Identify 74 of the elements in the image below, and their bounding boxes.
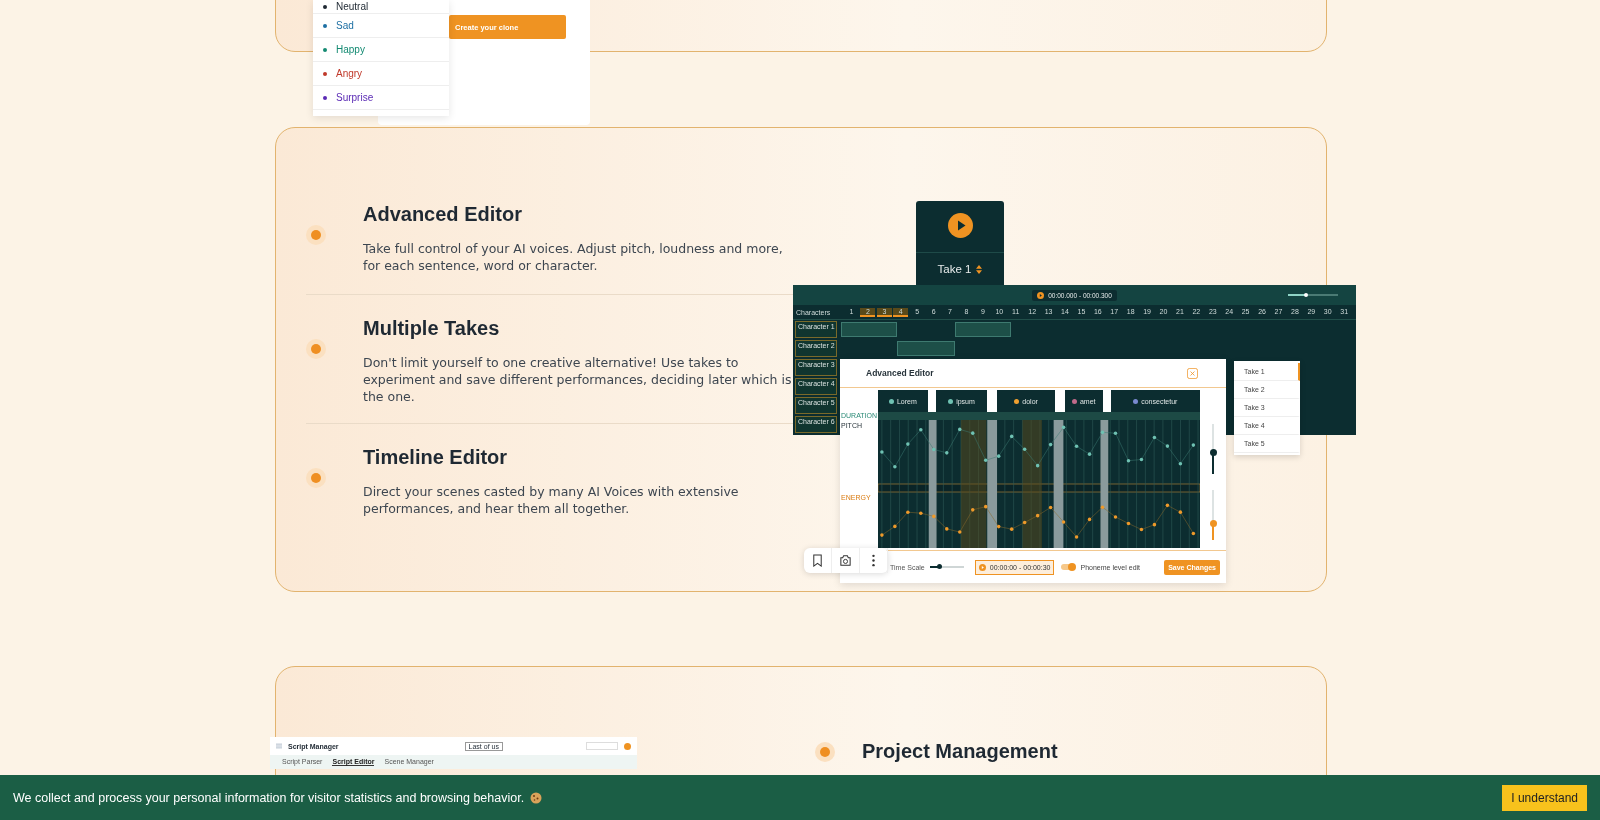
pitch-point[interactable] (945, 451, 949, 455)
energy-point[interactable] (1035, 513, 1040, 518)
energy-point[interactable] (1009, 527, 1014, 531)
energy-point[interactable] (880, 533, 884, 537)
pitch-point[interactable] (1087, 452, 1092, 456)
emotion-option[interactable]: Angry (313, 62, 449, 86)
pitch-point[interactable] (996, 454, 1001, 458)
pitch-point[interactable] (1048, 442, 1053, 447)
energy-point[interactable] (996, 524, 1001, 529)
feature-title: Project Management (862, 740, 1058, 763)
energy-point[interactable] (919, 511, 923, 515)
sort-arrows-icon (976, 264, 983, 274)
energy-point[interactable] (1022, 520, 1027, 525)
audio-clip[interactable] (841, 322, 897, 337)
energy-point[interactable] (1191, 531, 1196, 536)
play-icon[interactable] (947, 213, 973, 238)
pitch-point[interactable] (1035, 463, 1040, 468)
energy-point[interactable] (1126, 521, 1131, 526)
pitch-point[interactable] (1165, 444, 1170, 448)
energy-point[interactable] (1087, 517, 1092, 522)
pitch-point[interactable] (906, 442, 910, 446)
window-title: Advanced Editor (866, 368, 934, 378)
pitch-point[interactable] (958, 427, 962, 432)
pitch-point[interactable] (1022, 447, 1027, 452)
cookie-icon (530, 791, 543, 804)
emotion-option[interactable]: Sad (313, 14, 449, 38)
energy-point[interactable] (1048, 505, 1053, 510)
play-icon[interactable] (1037, 291, 1045, 299)
pitch-point[interactable] (1074, 444, 1079, 449)
take-label[interactable]: Take 1 (937, 263, 972, 275)
feature-title: Timeline Editor (363, 446, 509, 469)
audio-clip[interactable] (897, 341, 955, 356)
pitch-point[interactable] (1009, 434, 1014, 439)
emotion-option[interactable]: Neutral (313, 0, 449, 14)
energy-point[interactable] (1152, 522, 1157, 527)
feature-title: Advanced Editor (363, 203, 523, 226)
emotion-option[interactable]: Happy (313, 38, 449, 62)
pitch-point[interactable] (880, 450, 884, 454)
energy-point[interactable] (1178, 510, 1183, 514)
feature-description: Don't limit yourself to one creative alternative! Use takes to experiment and save different performances, deciding later which is the one. (363, 354, 793, 405)
bullet-icon (306, 339, 326, 359)
energy-point[interactable] (1139, 527, 1144, 532)
energy-point[interactable] (906, 510, 910, 515)
audio-clip[interactable] (955, 322, 1011, 337)
feature-description: Direct your scenes casted by many AI Voices with extensive performances, and hear them all together. (363, 483, 740, 517)
pitch-point[interactable] (1126, 458, 1131, 463)
cookie-message: We collect and process your personal information for visitor statistics and browsing behavior. (13, 790, 525, 805)
pitch-point[interactable] (1113, 431, 1118, 435)
energy-point[interactable] (893, 524, 897, 529)
pitch-point[interactable] (919, 428, 923, 432)
energy-point[interactable] (1113, 515, 1118, 519)
energy-point[interactable] (1074, 535, 1079, 539)
energy-point[interactable] (958, 530, 962, 534)
feature-title: Multiple Takes (363, 317, 501, 340)
pitch-point[interactable] (983, 458, 988, 463)
energy-point[interactable] (983, 504, 988, 509)
pitch-point[interactable] (893, 465, 897, 469)
emotion-option[interactable]: Surprise (313, 86, 449, 110)
pitch-point[interactable] (1178, 461, 1183, 466)
pitch-point[interactable] (1152, 435, 1157, 440)
pitch-point[interactable] (971, 431, 975, 435)
energy-point[interactable] (1061, 520, 1066, 524)
accept-button[interactable]: I understand (1502, 784, 1587, 811)
bullet-icon (306, 225, 326, 245)
energy-point[interactable] (971, 508, 975, 512)
energy-point[interactable] (945, 527, 949, 531)
pitch-point[interactable] (1191, 443, 1196, 447)
energy-point[interactable] (1165, 503, 1170, 508)
toggle-switch[interactable] (1061, 564, 1076, 570)
pitch-point[interactable] (1139, 457, 1144, 462)
pitch-point[interactable] (1061, 425, 1066, 430)
feature-description: Take full control of your AI voices. Adjust pitch, loudness and more, for each sentence, word or character. (363, 240, 784, 274)
bullet-icon (306, 468, 326, 488)
bullet-icon (815, 741, 835, 762)
